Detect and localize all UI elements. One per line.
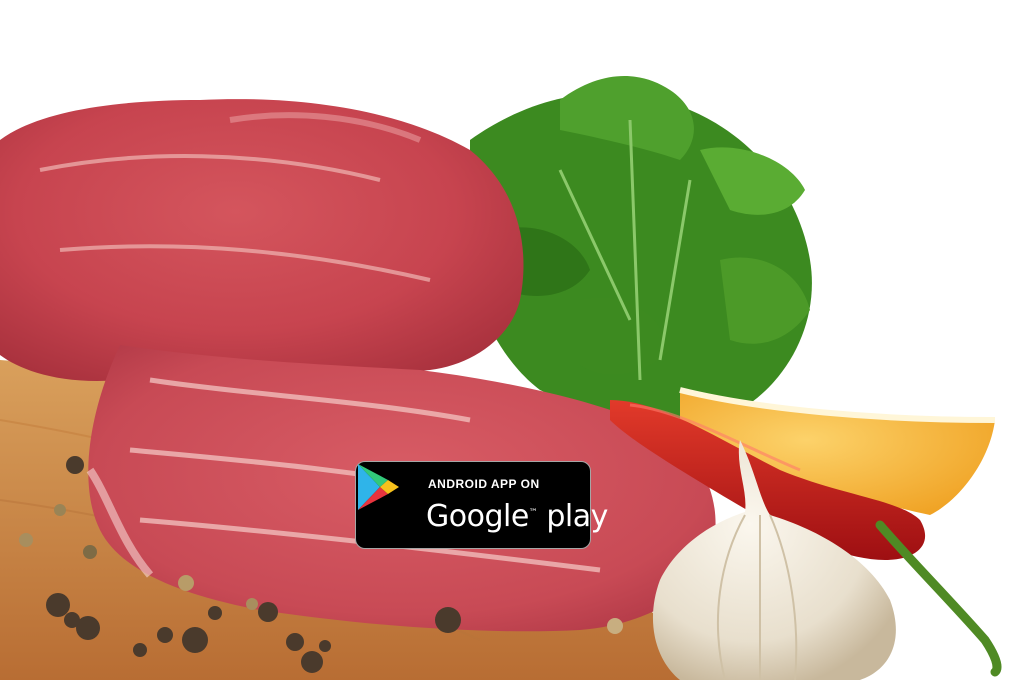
brand-name: Google <box>426 499 529 534</box>
google-play-badge[interactable]: ANDROID APP ON Google™ play <box>355 461 608 549</box>
badge-top-line: ANDROID APP ON <box>428 477 540 491</box>
trademark-symbol: ™ <box>528 508 538 518</box>
photo-scene: ANDROID APP ON Google™ play <box>0 0 1024 680</box>
food-photo <box>0 76 1002 680</box>
meat-back <box>0 99 524 381</box>
google-play-icon <box>358 464 399 510</box>
badge-brand-text: Google™ play <box>426 494 608 536</box>
brand-suffix: play <box>546 499 608 534</box>
